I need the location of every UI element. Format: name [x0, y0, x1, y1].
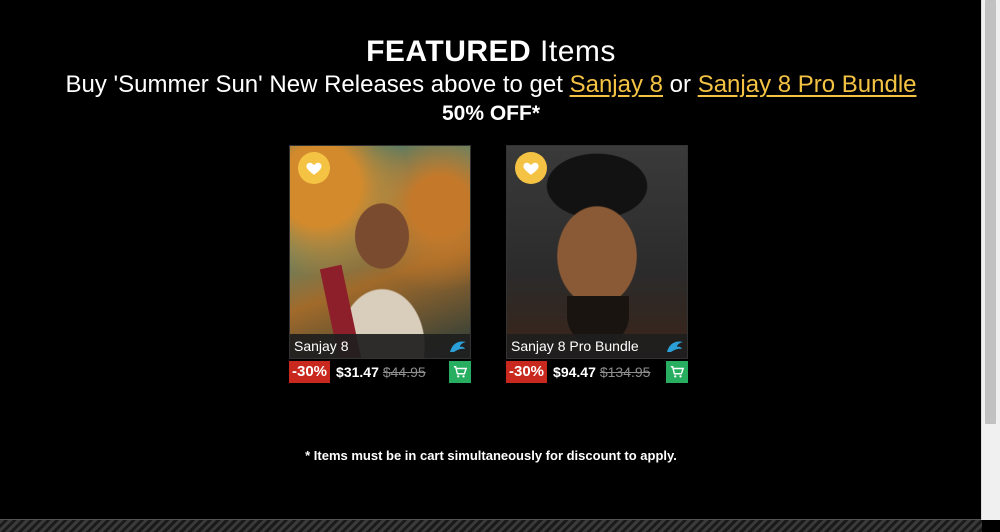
discount-footnote: * Items must be in cart simultaneously f… — [305, 448, 677, 463]
product-name-bar: Sanjay 8 — [290, 334, 470, 358]
sanjay-8-link[interactable]: Sanjay 8 — [570, 71, 663, 98]
promo-subtitle: Buy 'Summer Sun' New Releases above to g… — [0, 70, 982, 100]
section-title: FEATURED Items — [0, 34, 982, 70]
price-bar: -30% $94.47 $134.95 — [506, 361, 688, 383]
product-name[interactable]: Sanjay 8 — [294, 338, 348, 354]
sanjay-8-pro-bundle-link[interactable]: Sanjay 8 Pro Bundle — [698, 71, 917, 98]
original-price: $44.95 — [382, 364, 426, 380]
subtitle-prefix: Buy 'Summer Sun' New Releases above to g… — [65, 71, 563, 98]
add-to-cart-button[interactable] — [449, 361, 471, 383]
vertical-scrollbar[interactable] — [981, 0, 1000, 520]
cart-icon — [670, 366, 684, 378]
scrollbar-thumb[interactable] — [985, 0, 996, 424]
dragon-logo-icon — [450, 341, 466, 352]
discount-headline: 50% OFF* — [441, 102, 541, 125]
add-to-cart-button[interactable] — [666, 361, 688, 383]
sale-price: $94.47 — [553, 364, 596, 380]
cart-icon — [453, 366, 467, 378]
product-name[interactable]: Sanjay 8 Pro Bundle — [511, 338, 639, 354]
product-card[interactable]: Sanjay 8 Pro Bundle -30% $94.47 $134.95 — [506, 145, 688, 383]
product-image[interactable]: Sanjay 8 — [289, 145, 471, 359]
featured-section: FEATURED Items Buy 'Summer Sun' New Rele… — [0, 0, 982, 128]
price-bar: -30% $31.47 $44.95 — [289, 361, 471, 383]
heart-icon[interactable] — [298, 152, 330, 184]
heart-icon[interactable] — [515, 152, 547, 184]
page-bottom-border — [0, 519, 982, 532]
discount-badge: -30% — [506, 361, 548, 383]
original-price: $134.95 — [599, 364, 651, 380]
dragon-logo-icon — [667, 341, 683, 352]
product-card[interactable]: Sanjay 8 -30% $31.47 $44.95 — [289, 145, 471, 383]
discount-badge: -30% — [289, 361, 331, 383]
title-light: Items — [540, 35, 616, 68]
subtitle-or: or — [669, 71, 692, 98]
title-bold: FEATURED — [366, 35, 532, 68]
product-name-bar: Sanjay 8 Pro Bundle — [507, 334, 687, 358]
sale-price: $31.47 — [336, 364, 379, 380]
product-image[interactable]: Sanjay 8 Pro Bundle — [506, 145, 688, 359]
